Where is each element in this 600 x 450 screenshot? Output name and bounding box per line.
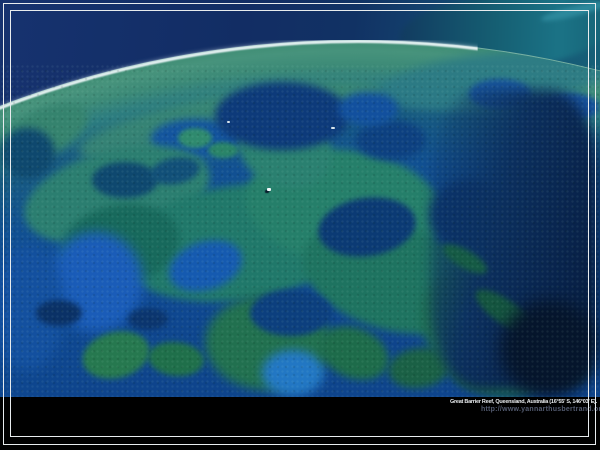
photo-grain-texture <box>0 64 600 397</box>
desktop-wallpaper: Great Barrier Reef, Queensland, Australi… <box>0 0 600 450</box>
foam-fleck <box>227 121 230 123</box>
boat-speck <box>267 188 271 191</box>
photo-caption-location: Great Barrier Reef, Queensland, Australi… <box>450 399 597 406</box>
foam-fleck <box>331 127 335 129</box>
photo-caption-bar: Great Barrier Reef, Queensland, Australi… <box>0 397 600 450</box>
reef-aerial-photo <box>0 0 600 397</box>
photo-caption-url: http://www.yannarthusbertrand.org <box>481 406 600 414</box>
